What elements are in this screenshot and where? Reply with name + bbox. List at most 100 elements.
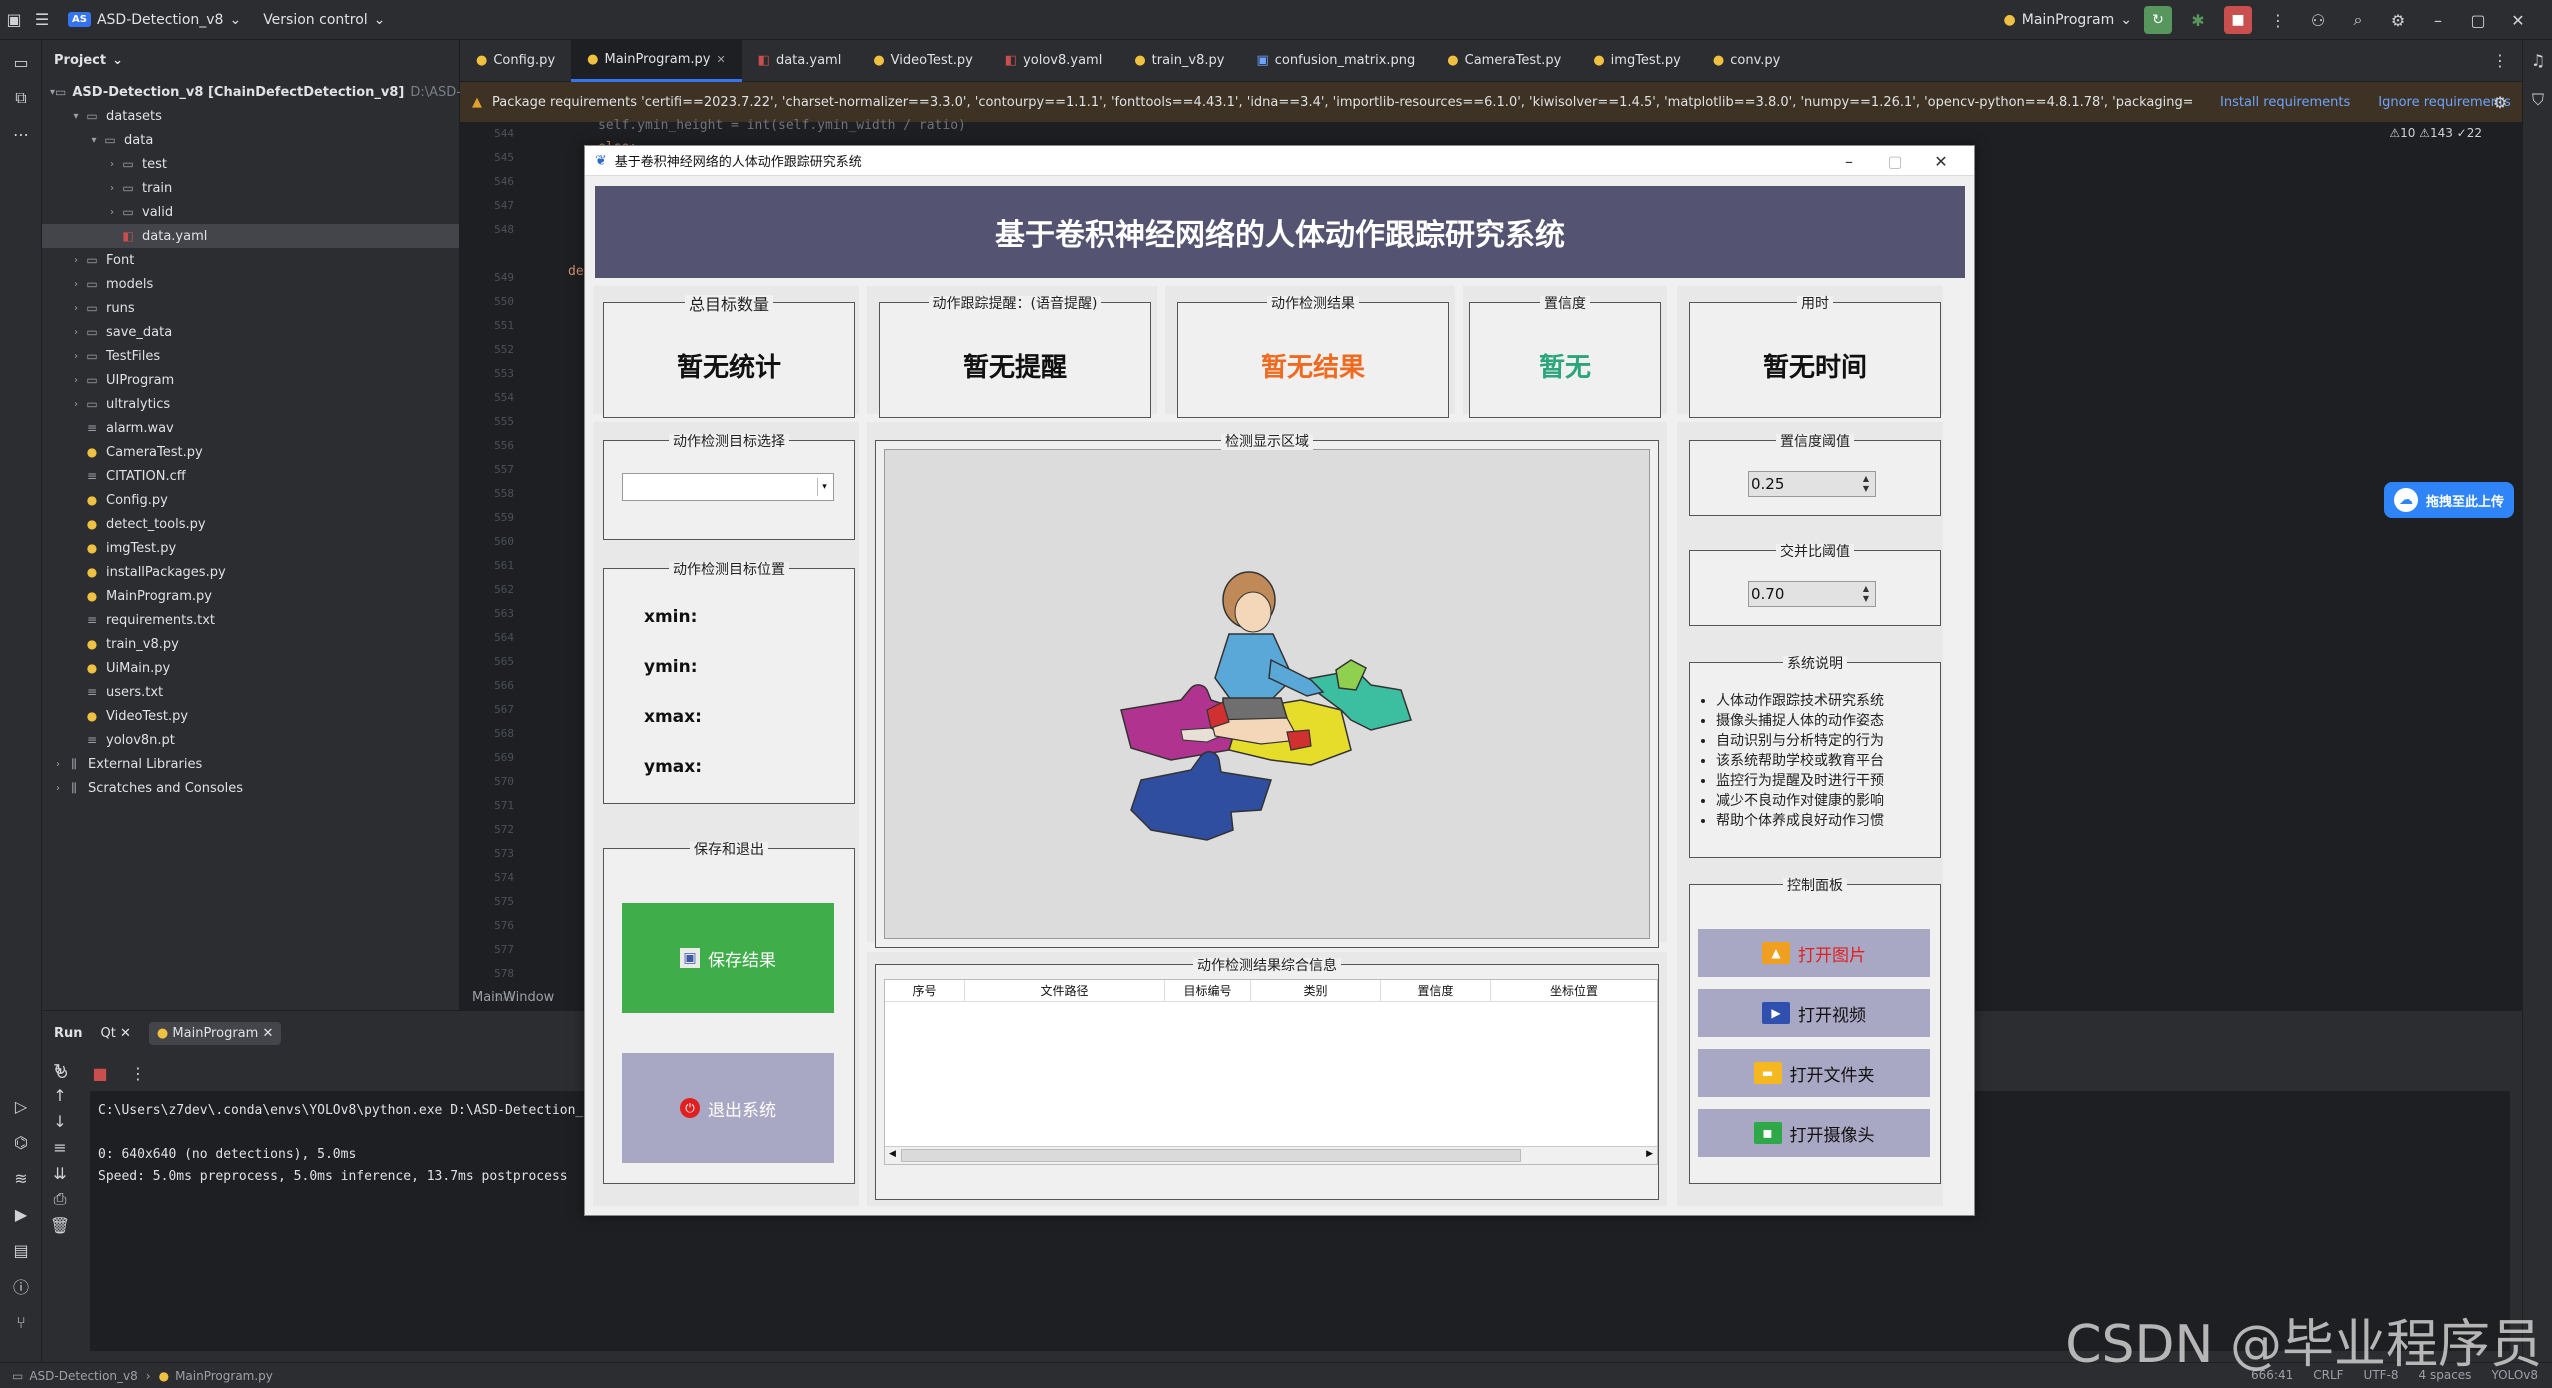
open-camera-button[interactable]: ◼ 打开摄像头	[1698, 1109, 1930, 1157]
close-icon[interactable]: ✕	[716, 53, 725, 66]
project-switcher[interactable]: AS ASD-Detection_v8 ⌄	[68, 12, 241, 28]
editor-tab[interactable]: ● MainProgram.py ✕	[571, 39, 742, 82]
tree-item[interactable]: ● imgTest.py	[42, 536, 459, 560]
search-icon[interactable]: ⌕	[2344, 6, 2372, 34]
col-header-index[interactable]: 序号	[885, 980, 965, 1001]
editor-tab[interactable]: ● Config.py	[460, 40, 571, 82]
print-icon[interactable]: ⎙	[46, 1187, 74, 1211]
tree-item[interactable]: ≡ yolov8n.pt	[42, 728, 459, 752]
col-header-target-id[interactable]: 目标编号	[1165, 980, 1251, 1001]
git-icon[interactable]: ⑂	[7, 1308, 35, 1336]
terminal-icon[interactable]: ▤	[7, 1236, 35, 1264]
editor-tab[interactable]: ● VideoTest.py	[857, 40, 988, 82]
open-video-button[interactable]: ▶ 打开视频	[1698, 989, 1930, 1037]
more-icon[interactable]: ⋮	[2264, 6, 2292, 34]
scroll-end-icon[interactable]: ⇊	[46, 1161, 74, 1185]
minimize-icon[interactable]: –	[1826, 146, 1872, 176]
tree-item[interactable]: ● CameraTest.py	[42, 440, 459, 464]
tree-item[interactable]: ▾ ▭ datasets	[42, 104, 459, 128]
tree-item[interactable]: › ▭ TestFiles	[42, 344, 459, 368]
shield-icon[interactable]: ⛉	[2524, 86, 2552, 114]
wrap-icon[interactable]: ≡	[46, 1135, 74, 1159]
close-icon[interactable]: ✕	[262, 1026, 273, 1041]
folder-icon[interactable]: ▭	[7, 48, 35, 76]
maximize-icon[interactable]: ▢	[1872, 146, 1918, 176]
tree-item[interactable]: › ⫼ Scratches and Consoles	[42, 776, 459, 800]
tree-item[interactable]: ● Config.py	[42, 488, 459, 512]
run-tab[interactable]: Run	[54, 1026, 83, 1041]
editor-tab[interactable]: ▣ confusion_matrix.png	[1240, 40, 1431, 82]
tree-item[interactable]: ● detect_tools.py	[42, 512, 459, 536]
tree-item[interactable]: › ▭ test	[42, 152, 459, 176]
debug-icon[interactable]: ✱	[2184, 6, 2212, 34]
more-icon[interactable]: ⋮	[124, 1059, 152, 1087]
tree-item[interactable]: › ▭ train	[42, 176, 459, 200]
tab-qt[interactable]: Qt ✕	[101, 1026, 131, 1041]
col-header-coords[interactable]: 坐标位置	[1491, 980, 1657, 1001]
iou-thresh-spinbox[interactable]: 0.70 ▲ ▼	[1748, 581, 1876, 607]
editor-tab[interactable]: ● conv.py	[1697, 40, 1796, 82]
notifications-icon[interactable]: ♫	[2524, 46, 2552, 74]
tree-item[interactable]: ≡ CITATION.cff	[42, 464, 459, 488]
tree-item[interactable]: ● UiMain.py	[42, 656, 459, 680]
tree-item[interactable]: › ▭ Font	[42, 248, 459, 272]
project-panel-header[interactable]: Project ⌄	[42, 40, 459, 80]
more-icon[interactable]: ⋮	[2486, 47, 2514, 75]
problems-icon[interactable]: ⓘ	[7, 1272, 35, 1300]
structure-icon[interactable]: ⧉	[7, 84, 35, 112]
inspections-widget[interactable]: ⚠10 ⚠143 ✓22	[2389, 126, 2482, 140]
status-crumb-file[interactable]: MainProgram.py	[175, 1369, 273, 1383]
close-icon[interactable]: ✕	[1918, 146, 1964, 176]
results-table[interactable]: 序号 文件路径 目标编号 类别 置信度 坐标位置 ◀ ▶	[884, 979, 1658, 1165]
close-icon[interactable]: ✕	[2504, 6, 2532, 34]
rerun-icon[interactable]: ↻	[48, 1059, 76, 1087]
app-titlebar[interactable]: ❦ 基于卷积神经网络的人体动作跟踪研究系统 – ▢ ✕	[585, 146, 1974, 176]
tree-item[interactable]: ● installPackages.py	[42, 560, 459, 584]
run-icon[interactable]: ▷	[7, 1092, 35, 1120]
stop-icon[interactable]: ■	[86, 1059, 114, 1087]
tab-mainprogram[interactable]: ● MainProgram ✕	[148, 1021, 282, 1045]
exit-button[interactable]: ⏻ 退出系统	[622, 1053, 834, 1163]
tree-item[interactable]: › ▭ runs	[42, 296, 459, 320]
tree-item[interactable]: ≡ alarm.wav	[42, 416, 459, 440]
tree-item[interactable]: › ▭ save_data	[42, 320, 459, 344]
close-icon[interactable]: ✕	[120, 1026, 131, 1041]
add-user-icon[interactable]: ⚇	[2304, 6, 2332, 34]
spin-arrows-icon[interactable]: ▲ ▼	[1859, 474, 1873, 494]
tree-item[interactable]: ◧ data.yaml	[42, 224, 459, 248]
editor-tab[interactable]: ◧ data.yaml	[742, 40, 858, 82]
upload-widget[interactable]: ☁ 拖拽至此上传	[2384, 482, 2514, 518]
tree-item[interactable]: ● train_v8.py	[42, 632, 459, 656]
open-image-button[interactable]: ▲ 打开图片	[1698, 929, 1930, 977]
maximize-icon[interactable]: ▢	[2464, 6, 2492, 34]
tree-item[interactable]: ▾ ▭ data	[42, 128, 459, 152]
tree-item[interactable]: › ▭ UIProgram	[42, 368, 459, 392]
results-table-scrollbar[interactable]: ◀ ▶	[885, 1146, 1657, 1164]
target-select-combo[interactable]: ▾	[622, 473, 834, 501]
python-packages-icon[interactable]: ⌬	[7, 1128, 35, 1156]
col-header-path[interactable]: 文件路径	[965, 980, 1165, 1001]
tree-item[interactable]: › ▭ models	[42, 272, 459, 296]
rerun-icon[interactable]: ↻	[2144, 6, 2172, 34]
editor-tab[interactable]: ● imgTest.py	[1577, 40, 1697, 82]
tree-item[interactable]: › ▭ valid	[42, 200, 459, 224]
run-config-selector[interactable]: ● MainProgram ⌄	[2004, 12, 2132, 28]
tree-item[interactable]: ● VideoTest.py	[42, 704, 459, 728]
layers-icon[interactable]: ≋	[7, 1164, 35, 1192]
editor-tab[interactable]: ● train_v8.py	[1118, 40, 1240, 82]
scroll-right-icon[interactable]: ▶	[1646, 1149, 1653, 1159]
gear-icon[interactable]: ⚙	[2384, 6, 2412, 34]
tree-item[interactable]: ≡ requirements.txt	[42, 608, 459, 632]
editor-breadcrumb[interactable]: MainWindow	[472, 990, 554, 1005]
col-header-confidence[interactable]: 置信度	[1381, 980, 1491, 1001]
tree-item[interactable]: › ⫼ External Libraries	[42, 752, 459, 776]
spin-arrows-icon[interactable]: ▲ ▼	[1859, 584, 1873, 604]
version-control-menu[interactable]: Version control ⌄	[263, 12, 385, 28]
status-crumb-project[interactable]: ASD-Detection_v8	[29, 1369, 137, 1383]
services-icon[interactable]: ▶	[7, 1200, 35, 1228]
minimize-icon[interactable]: –	[2424, 6, 2452, 34]
scroll-left-icon[interactable]: ◀	[889, 1149, 896, 1159]
tree-item[interactable]: ● MainProgram.py	[42, 584, 459, 608]
tree-root[interactable]: ▾ ▭ ASD-Detection_v8 [ChainDefectDetectio…	[42, 80, 484, 104]
tree-item[interactable]: ≡ users.txt	[42, 680, 459, 704]
